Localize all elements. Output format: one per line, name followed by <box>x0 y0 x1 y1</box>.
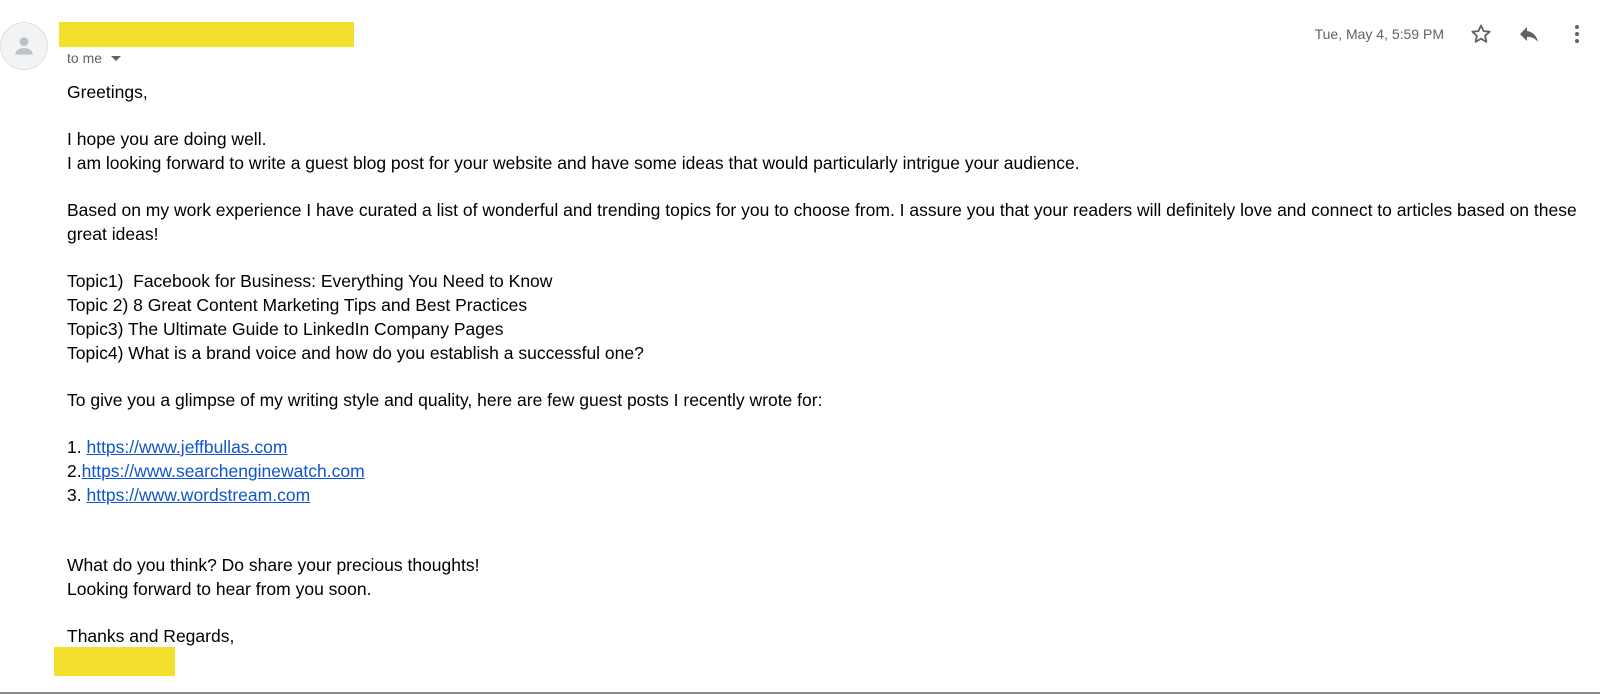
recipient-details-toggle[interactable]: to me <box>67 50 122 66</box>
caret-down-icon <box>111 56 122 61</box>
reply-button[interactable] <box>1515 20 1543 48</box>
greeting: Greetings, <box>67 82 148 102</box>
recipient-label: to me <box>67 50 103 66</box>
sender-avatar[interactable] <box>0 22 48 70</box>
paragraph-line: What do you think? Do share your preciou… <box>67 555 480 575</box>
link-searchenginewatch[interactable]: https://www.searchenginewatch.com <box>82 461 365 481</box>
star-button[interactable] <box>1467 20 1495 48</box>
link-wordstream[interactable]: https://www.wordstream.com <box>86 485 310 505</box>
link-item: 3. https://www.wordstream.com <box>67 483 1587 507</box>
link-number: 1. <box>67 437 87 457</box>
message-body: Greetings, I hope you are doing well. I … <box>67 80 1587 648</box>
person-icon <box>15 37 33 55</box>
link-number: 3. <box>67 485 87 505</box>
paragraph-line: I am looking forward to write a guest bl… <box>67 153 1080 173</box>
topic-item: Topic 2) 8 Great Content Marketing Tips … <box>67 295 528 315</box>
signoff: Thanks and Regards, <box>67 626 235 646</box>
more-options-button[interactable] <box>1563 20 1591 48</box>
topic-item: Topic4) What is a brand voice and how do… <box>67 343 644 363</box>
topic-item: Topic3) The Ultimate Guide to LinkedIn C… <box>67 319 504 339</box>
paragraph-line: Looking forward to hear from you soon. <box>67 579 372 599</box>
reply-icon <box>1520 27 1538 42</box>
sender-name-redaction <box>59 22 354 47</box>
signature-redaction <box>54 647 175 676</box>
topic-item: Topic1) Facebook for Business: Everythin… <box>67 271 553 291</box>
star-icon <box>1471 24 1491 43</box>
email-message-view: to me Tue, May 4, 5:59 PM Greetings, I h… <box>0 0 1600 694</box>
link-item: 2.https://www.searchenginewatch.com <box>67 459 1587 483</box>
link-number: 2. <box>67 461 82 481</box>
message-date: Tue, May 4, 5:59 PM <box>1314 26 1444 42</box>
paragraph: To give you a glimpse of my writing styl… <box>67 390 823 410</box>
paragraph-line: I hope you are doing well. <box>67 129 267 149</box>
link-jeffbullas[interactable]: https://www.jeffbullas.com <box>86 437 287 457</box>
more-vert-icon <box>1575 25 1579 43</box>
link-item: 1. https://www.jeffbullas.com <box>67 435 1587 459</box>
paragraph: Based on my work experience I have curat… <box>67 200 1577 244</box>
